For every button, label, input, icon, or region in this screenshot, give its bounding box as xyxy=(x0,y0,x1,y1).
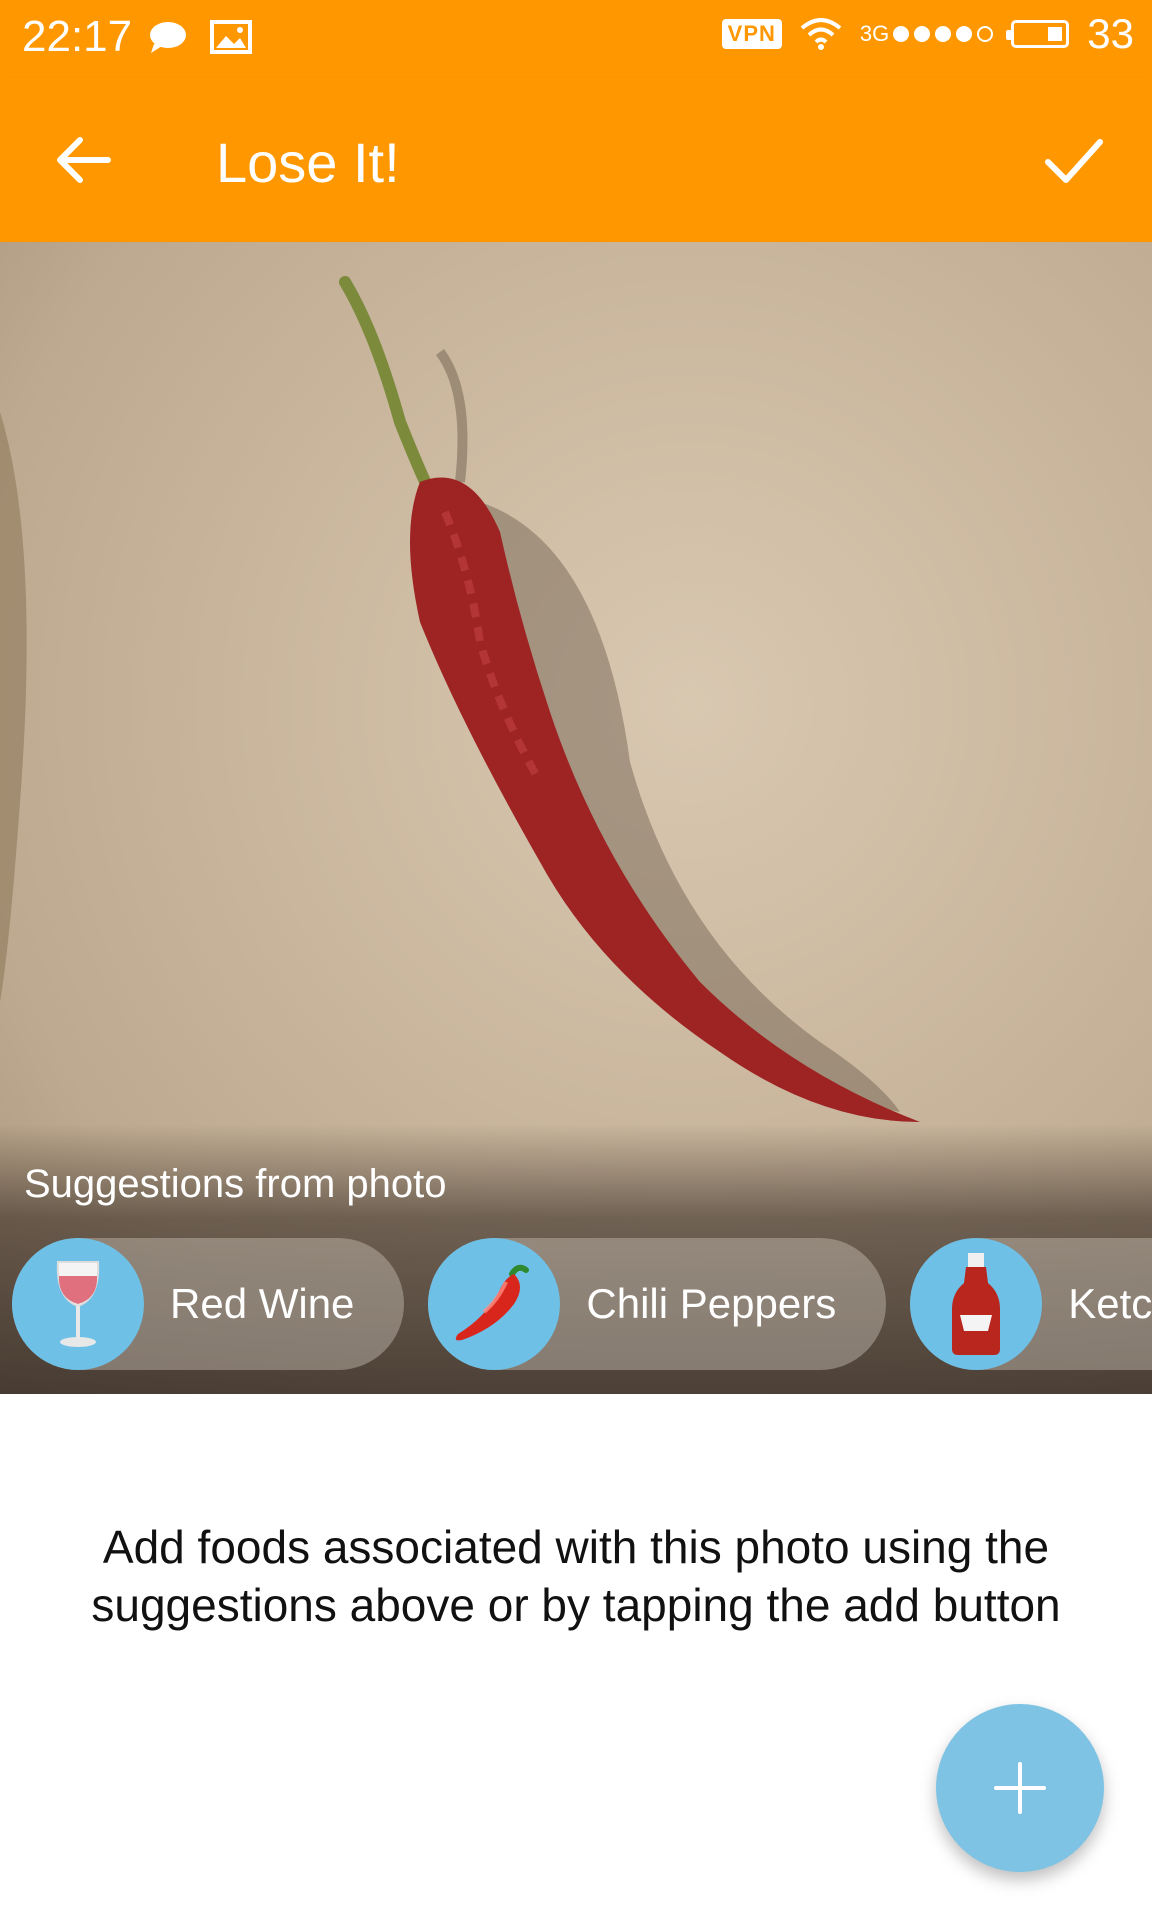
vpn-badge: VPN xyxy=(721,19,782,49)
chili-pepper-photo: Suggestions from photo Red Wine Chili Pe… xyxy=(0,242,1152,1394)
ketchup-bottle-icon xyxy=(910,1238,1043,1370)
plus-icon xyxy=(994,1762,1046,1814)
back-button[interactable] xyxy=(52,128,116,192)
chili-pepper-icon xyxy=(428,1238,561,1370)
suggestions-row: Red Wine Chili Peppers Ketch xyxy=(12,1238,1152,1374)
status-time: 22:17 xyxy=(22,12,133,61)
suggestion-label: Red Wine xyxy=(170,1280,355,1327)
add-food-button[interactable] xyxy=(936,1704,1104,1872)
chat-bubble-icon xyxy=(150,22,186,53)
hint-line-2: suggestions above or by tapping the add … xyxy=(91,1579,1061,1631)
wine-glass-icon xyxy=(12,1238,144,1370)
arrow-left-icon xyxy=(57,137,111,183)
suggestion-chip-chili-peppers[interactable]: Chili Peppers xyxy=(428,1238,887,1370)
checkmark-icon xyxy=(1045,139,1103,183)
suggestion-chip-ketchup[interactable]: Ketch xyxy=(910,1238,1152,1370)
network-type: 3G xyxy=(859,21,890,46)
suggestion-chip-red-wine[interactable]: Red Wine xyxy=(12,1238,405,1370)
status-bar: 22:17 VPN 3G 33 xyxy=(0,0,1152,78)
image-icon xyxy=(210,20,252,54)
suggestion-label: Chili Peppers xyxy=(586,1280,837,1327)
battery-icon xyxy=(1006,20,1070,48)
status-indicators: VPN 3G 33 xyxy=(721,10,1134,58)
battery-level: 33 xyxy=(1087,10,1134,57)
signal-dot-empty xyxy=(977,26,994,42)
signal-dot xyxy=(893,26,910,42)
hint-text: Add foods associated with this photo usi… xyxy=(40,1518,1112,1634)
signal-dot xyxy=(914,26,931,42)
confirm-button[interactable] xyxy=(1042,128,1106,192)
suggestion-label: Ketch xyxy=(1068,1280,1152,1327)
wifi-icon xyxy=(800,18,842,50)
signal-dot xyxy=(935,26,952,42)
page-title: Lose It! xyxy=(216,131,400,194)
signal-dot xyxy=(956,26,973,42)
hint-line-1: Add foods associated with this photo usi… xyxy=(102,1521,1050,1573)
signal-dots xyxy=(893,26,994,42)
signal-indicator: 3G xyxy=(859,21,994,47)
app-bar: Lose It! xyxy=(0,78,1152,242)
suggestions-title: Suggestions from photo xyxy=(24,1162,447,1206)
status-notification-icons xyxy=(148,20,252,54)
